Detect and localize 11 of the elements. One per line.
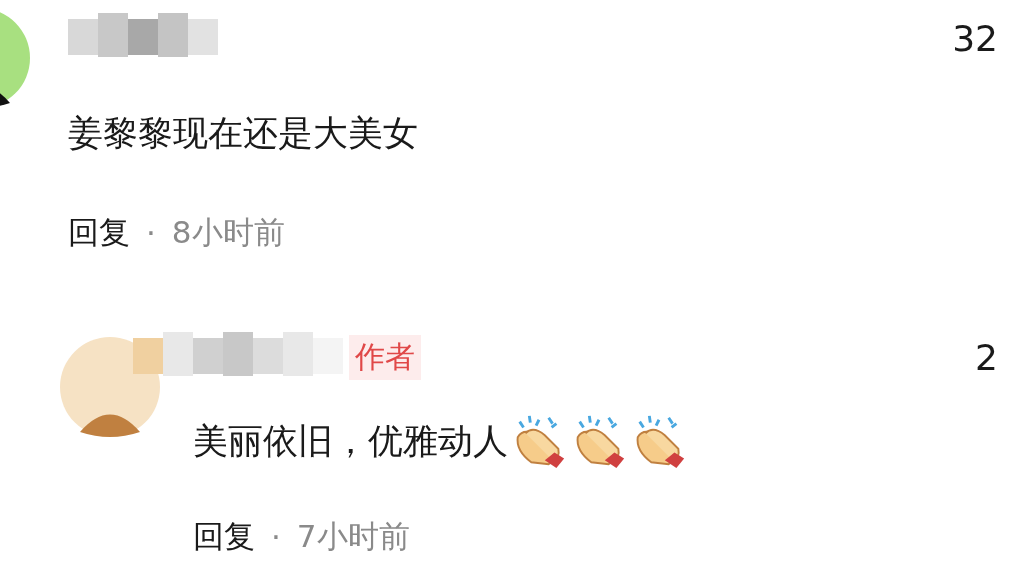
reply-link[interactable]: 回复 <box>193 516 255 558</box>
like-count: 2 <box>975 336 998 378</box>
author-badge: 作者 <box>349 334 421 380</box>
comment-text: 姜黎黎现在还是大美女 <box>68 112 418 155</box>
separator-dot: · <box>146 215 156 251</box>
timestamp: 7小时前 <box>296 517 410 556</box>
reply-link[interactable]: 回复 <box>68 212 130 254</box>
like-count: 32 <box>952 17 998 59</box>
separator-dot: · <box>271 519 281 555</box>
timestamp: 8小时前 <box>171 213 285 252</box>
comment-text: 美丽依旧，优雅动人 <box>193 419 508 463</box>
